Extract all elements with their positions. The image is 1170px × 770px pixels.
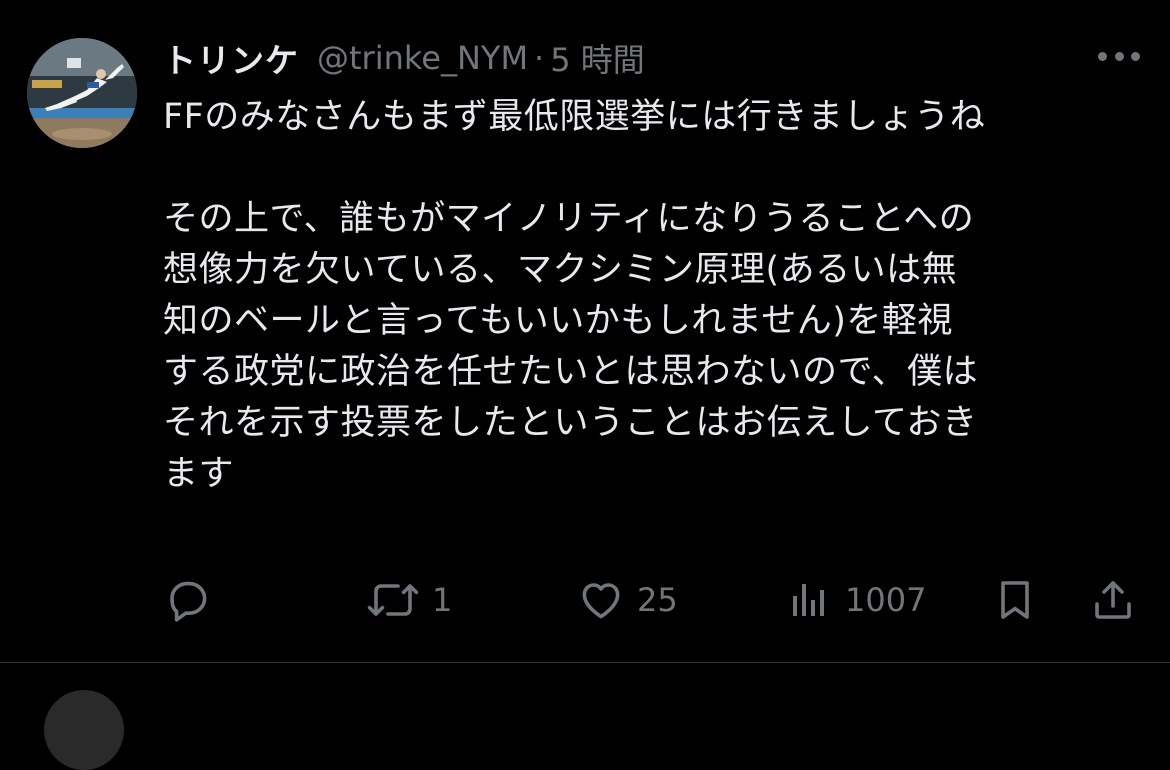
tweet-text-line: その上で、誰もがマイノリティになりうることへの: [163, 199, 975, 239]
views-button[interactable]: 1007: [785, 572, 926, 628]
author-avatar[interactable]: [27, 38, 137, 148]
tweet-header: トリンケ @trinke_NYM · 5 時間: [163, 34, 645, 82]
retweet-count: 1: [432, 581, 453, 619]
tweet-divider: [0, 662, 1170, 663]
views-icon: [793, 584, 824, 616]
tweet-text-line: 知のベールと言ってもいいかもしれません)を軽視: [163, 301, 953, 341]
bookmark-icon: [1001, 581, 1029, 619]
next-tweet-avatar[interactable]: [44, 690, 124, 770]
separator-dot: ·: [534, 39, 545, 77]
tweet-text-line: それを示す投票をしたということはお伝えしておき: [163, 403, 978, 443]
tweet-text-line: する政党に政治を任せたいとは思わないので、僕は: [163, 352, 979, 392]
more-options-icon[interactable]: [1098, 44, 1140, 68]
author-handle[interactable]: @trinke_NYM: [317, 39, 528, 77]
like-button[interactable]: 25: [577, 572, 678, 628]
tweet-text-line: FFのみなさんもまず最低限選挙には行きましょうね: [163, 97, 986, 137]
tweet-text-line: ます: [163, 454, 235, 494]
tweet-text: FFのみなさんもまず最低限選挙には行きましょうね その上で、誰もがマイノリティに…: [163, 92, 1153, 500]
like-count: 25: [637, 581, 678, 619]
more-dot: [1098, 51, 1107, 61]
retweet-icon: [367, 584, 419, 616]
bookmark-button[interactable]: [991, 572, 1039, 628]
views-count: 1007: [845, 581, 927, 619]
retweet-button[interactable]: 1: [366, 572, 452, 628]
reply-button[interactable]: [163, 572, 223, 628]
tweet-actions: 1 25 1007: [163, 572, 1143, 628]
reply-icon: [170, 581, 207, 622]
share-button[interactable]: [1089, 572, 1137, 628]
tweet-text-line: 想像力を欠いている、マクシミン原理(あるいは無: [163, 250, 958, 290]
heart-icon: [582, 583, 620, 619]
share-icon: [1095, 581, 1131, 619]
author-name[interactable]: トリンケ: [163, 34, 299, 82]
timestamp[interactable]: 5 時間: [550, 35, 645, 81]
tweet-text-blank-line: [163, 143, 1153, 194]
more-dot: [1131, 51, 1140, 61]
more-dot: [1114, 51, 1124, 61]
tweet[interactable]: トリンケ @trinke_NYM · 5 時間 FFのみなさんもまず最低限選挙に…: [0, 0, 1170, 662]
